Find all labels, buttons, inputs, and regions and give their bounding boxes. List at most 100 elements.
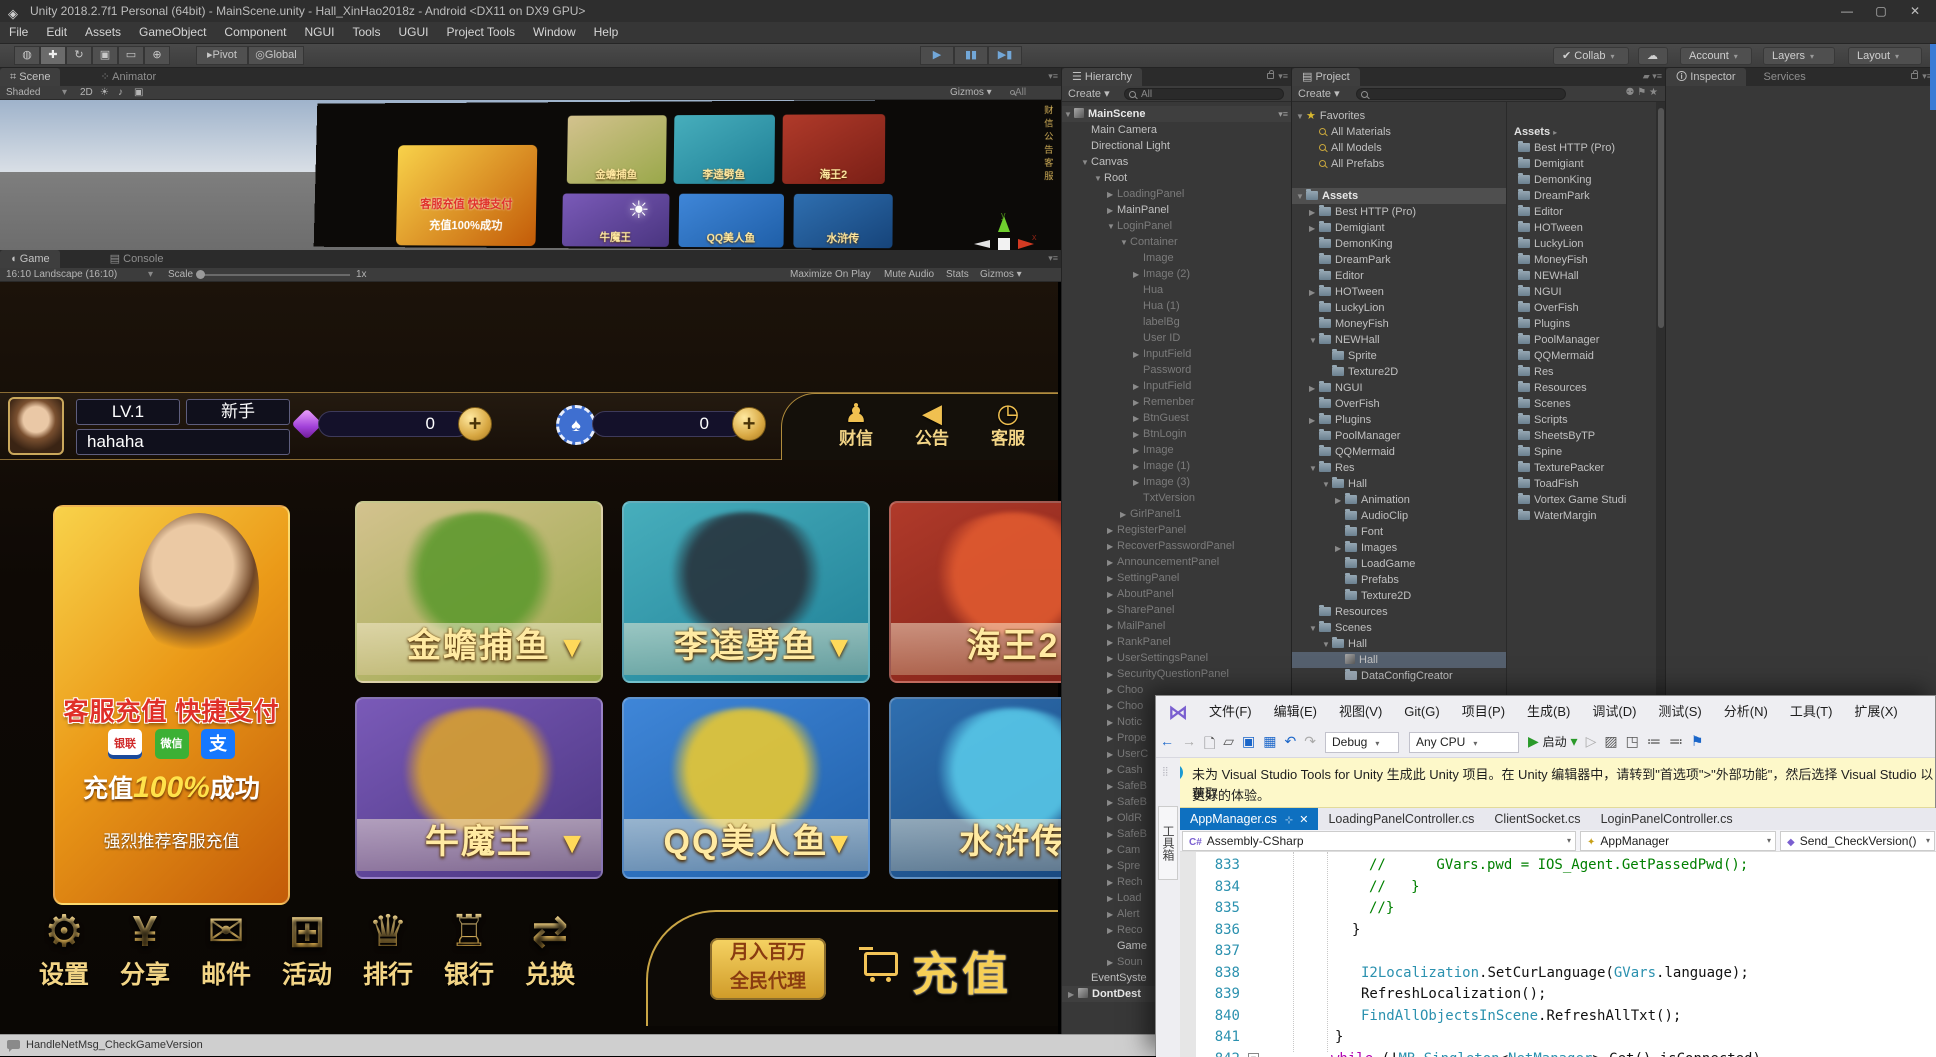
- hierarchy-item[interactable]: ▶RankPanel: [1062, 634, 1292, 650]
- hierarchy-item[interactable]: ▶UserSettingsPanel: [1062, 650, 1292, 666]
- hierarchy-item[interactable]: ▼Canvas: [1062, 154, 1292, 170]
- menu-ugui[interactable]: UGUI: [389, 22, 437, 43]
- vs-save-icon[interactable]: ▣: [1242, 733, 1255, 750]
- hierarchy-item[interactable]: ▶AnnouncementPanel: [1062, 554, 1292, 570]
- hierarchy-item[interactable]: Hua: [1062, 282, 1292, 298]
- project-item[interactable]: ▶Animation: [1292, 492, 1506, 508]
- vs-tab-loadingpanelcontroller.cs[interactable]: LoadingPanelController.cs: [1318, 808, 1484, 830]
- menu-project-tools[interactable]: Project Tools: [437, 22, 523, 43]
- menu-tools[interactable]: Tools: [343, 22, 389, 43]
- dock-gear-button[interactable]: ⚙设置: [24, 906, 104, 992]
- hierarchy-create-button[interactable]: Create ▾: [1068, 87, 1110, 100]
- scene-tab-menu-icon[interactable]: ▾≡: [1048, 71, 1058, 82]
- hierarchy-item[interactable]: ▼Container: [1062, 234, 1292, 250]
- project-item[interactable]: Editor: [1292, 268, 1506, 284]
- step-button[interactable]: ▶▮: [988, 46, 1022, 65]
- project-item[interactable]: MoneyFish: [1292, 316, 1506, 332]
- vs-project-dropdown[interactable]: C#Assembly-CSharp▾: [1182, 831, 1576, 851]
- vs-menu[interactable]: 调试(D): [1581, 696, 1647, 728]
- hierarchy-item[interactable]: User ID: [1062, 330, 1292, 346]
- assets-item[interactable]: Demigiant: [1506, 156, 1656, 172]
- assets-item[interactable]: Best HTTP (Pro): [1506, 140, 1656, 156]
- project-item[interactable]: ▼Hall: [1292, 636, 1506, 652]
- hand-tool-icon[interactable]: ◍: [14, 46, 40, 65]
- pivot-toggle[interactable]: ▸Pivot: [196, 46, 248, 65]
- hierarchy-item[interactable]: ▶Image (2): [1062, 266, 1292, 282]
- project-item[interactable]: Resources: [1292, 604, 1506, 620]
- dock-mail-button[interactable]: ✉邮件: [186, 906, 266, 992]
- tab-game[interactable]: ◖ Game: [0, 250, 60, 268]
- layers-dropdown[interactable]: Layers▾: [1763, 47, 1835, 65]
- menu-component[interactable]: Component: [215, 22, 295, 43]
- project-item[interactable]: All Materials: [1292, 124, 1506, 140]
- project-item[interactable]: PoolManager: [1292, 428, 1506, 444]
- add-coins-button[interactable]: +: [732, 407, 766, 441]
- assets-item[interactable]: LuckyLion: [1506, 236, 1656, 252]
- game-tile[interactable]: 牛魔王▼: [355, 697, 603, 879]
- project-item[interactable]: DemonKing: [1292, 236, 1506, 252]
- hierarchy-item[interactable]: ▶BtnGuest: [1062, 410, 1292, 426]
- vs-menu[interactable]: 编辑(E): [1263, 696, 1328, 728]
- axis-gizmo[interactable]: y x: [968, 210, 1040, 250]
- tab-animator[interactable]: ⁘ Animator: [90, 68, 166, 86]
- vs-menu[interactable]: 工具(T): [1779, 696, 1844, 728]
- recharge-button[interactable]: 充值: [864, 934, 1044, 1004]
- agent-badge[interactable]: 月入百万 全民代理: [710, 938, 826, 1000]
- close-button[interactable]: ✕: [1900, 0, 1930, 22]
- fold-marker[interactable]: −: [1248, 1053, 1259, 1057]
- hierarchy-item[interactable]: ▶GirlPanel1: [1062, 506, 1292, 522]
- tab-console[interactable]: ▤ Console: [100, 250, 174, 268]
- assets-item[interactable]: Plugins: [1506, 316, 1656, 332]
- download-arrow-icon[interactable]: ▼: [824, 827, 854, 861]
- project-item[interactable]: ▶HOTween: [1292, 284, 1506, 300]
- scale-slider-knob[interactable]: [196, 270, 205, 279]
- mute-audio-button[interactable]: Mute Audio: [884, 268, 934, 282]
- vs-undo-icon[interactable]: ↶: [1285, 733, 1297, 750]
- hierarchy-item[interactable]: Directional Light: [1062, 138, 1292, 154]
- menu-file[interactable]: File: [0, 22, 37, 43]
- game-tab-menu-icon[interactable]: ▾≡: [1048, 253, 1058, 264]
- vs-class-dropdown[interactable]: ✦AppManager▾: [1580, 831, 1776, 851]
- project-item[interactable]: LuckyLion: [1292, 300, 1506, 316]
- assets-item[interactable]: WaterMargin: [1506, 508, 1656, 524]
- vs-attach-icon[interactable]: ▷: [1586, 733, 1597, 750]
- assets-item[interactable]: DreamPark: [1506, 188, 1656, 204]
- assets-item[interactable]: MoneyFish: [1506, 252, 1656, 268]
- vs-menu[interactable]: 测试(S): [1647, 696, 1712, 728]
- vs-member-dropdown[interactable]: ◆Send_CheckVersion()▾: [1780, 831, 1935, 851]
- game-tile[interactable]: 海王2▼: [889, 501, 1062, 683]
- vs-new-file-icon[interactable]: 🗋: [1204, 733, 1215, 757]
- hierarchy-item[interactable]: ▶SecurityQuestionPanel: [1062, 666, 1292, 682]
- project-item[interactable]: ▶Demigiant: [1292, 220, 1506, 236]
- hierarchy-item[interactable]: ▶Image: [1062, 442, 1292, 458]
- move-tool-icon[interactable]: ✚: [40, 46, 66, 65]
- vs-uncomment-icon[interactable]: ≕: [1669, 733, 1683, 750]
- project-item[interactable]: OverFish: [1292, 396, 1506, 412]
- play-button[interactable]: ▶: [920, 46, 954, 65]
- project-item[interactable]: ▼★Favorites: [1292, 108, 1506, 124]
- scale-tool-icon[interactable]: ▣: [92, 46, 118, 65]
- vs-menu[interactable]: 生成(B): [1516, 696, 1581, 728]
- game-gizmos-dropdown[interactable]: Gizmos ▾: [980, 268, 1022, 282]
- hierarchy-item[interactable]: ▶RegisterPanel: [1062, 522, 1292, 538]
- effects-toggle-icon[interactable]: ▣: [134, 86, 143, 100]
- collab-button[interactable]: ✔ Collab▾: [1553, 47, 1629, 65]
- download-arrow-icon[interactable]: ▼: [557, 827, 587, 861]
- hierarchy-corner-icons[interactable]: ▾≡: [1267, 71, 1288, 82]
- hierarchy-item[interactable]: ▶MainPanel: [1062, 202, 1292, 218]
- rect-tool-icon[interactable]: ▭: [118, 46, 144, 65]
- hierarchy-scene-row[interactable]: ▼MainScene ▾≡: [1062, 106, 1292, 122]
- vs-start-button[interactable]: ▶ 启动 ▾: [1528, 733, 1578, 750]
- menu-edit[interactable]: Edit: [37, 22, 76, 43]
- project-item[interactable]: Texture2D: [1292, 588, 1506, 604]
- dock-gift-button[interactable]: ⊞活动: [267, 906, 347, 992]
- project-item[interactable]: All Models: [1292, 140, 1506, 156]
- hierarchy-item[interactable]: ▶InputField: [1062, 346, 1292, 362]
- dock-exchange-button[interactable]: ⇄兑换: [510, 906, 590, 992]
- assets-item[interactable]: DemonKing: [1506, 172, 1656, 188]
- assets-item[interactable]: SheetsByTP: [1506, 428, 1656, 444]
- vs-forward-icon[interactable]: →: [1182, 733, 1196, 749]
- vs-code-editor[interactable]: 833// GVars.pwd = IOS_Agent.GetPassedPwd…: [1180, 852, 1936, 1057]
- scene-gizmos-dropdown[interactable]: Gizmos ▾: [950, 86, 992, 100]
- announcement-button[interactable]: ◀公告: [900, 398, 964, 450]
